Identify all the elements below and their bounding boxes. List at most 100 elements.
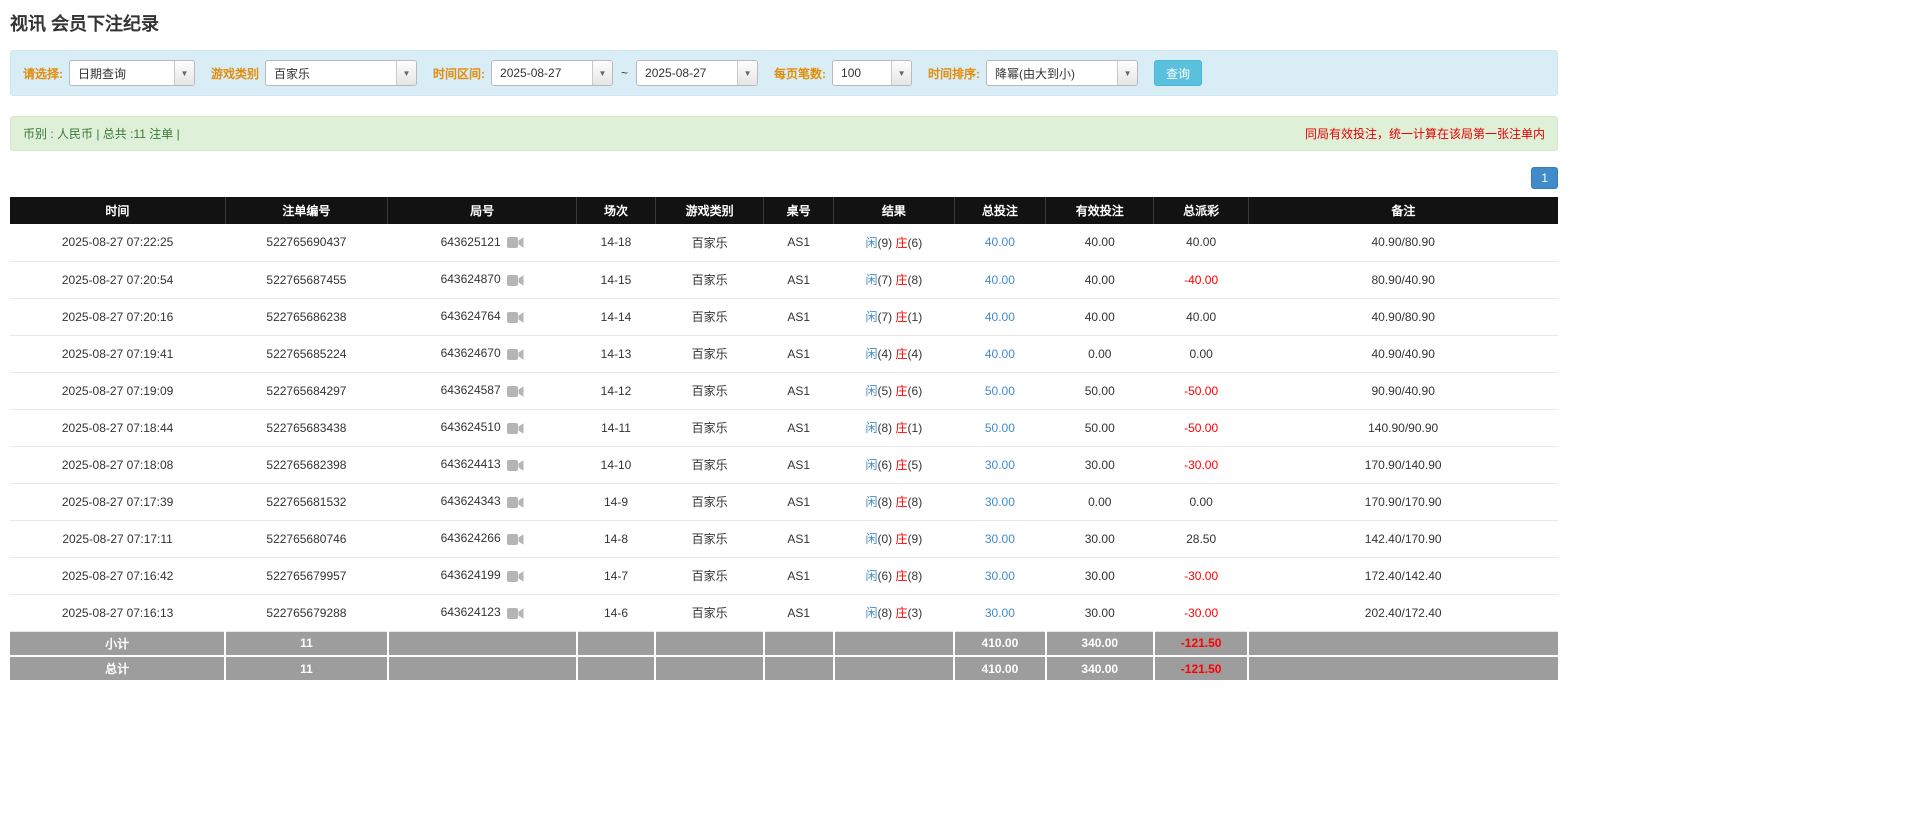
cell-remark: 202.40/172.40 bbox=[1248, 594, 1558, 631]
cell-remark: 170.90/140.90 bbox=[1248, 446, 1558, 483]
total-bet-link[interactable]: 30.00 bbox=[985, 606, 1015, 620]
cell-total-bet: 30.00 bbox=[954, 594, 1045, 631]
cell-game-type: 百家乐 bbox=[655, 335, 763, 372]
cell-table-no: AS1 bbox=[764, 409, 834, 446]
cell-round-id: 643624266 bbox=[388, 520, 577, 557]
cell-game-type: 百家乐 bbox=[655, 224, 763, 261]
total-row-cell: 340.00 bbox=[1046, 656, 1154, 681]
chevron-down-icon[interactable]: ▼ bbox=[174, 61, 194, 85]
total-bet-link[interactable]: 40.00 bbox=[985, 310, 1015, 324]
sort-order-select[interactable]: 降幂(由大到小) ▼ bbox=[986, 60, 1138, 86]
cell-valid-bet: 40.00 bbox=[1046, 298, 1154, 335]
video-icon[interactable] bbox=[507, 459, 524, 472]
total-bet-link[interactable]: 40.00 bbox=[985, 347, 1015, 361]
column-header: 桌号 bbox=[764, 197, 834, 224]
video-icon[interactable] bbox=[507, 607, 524, 620]
subtotal-row-cell: 小计 bbox=[10, 631, 225, 656]
video-icon[interactable] bbox=[507, 311, 524, 324]
round-number: 643624510 bbox=[441, 420, 501, 434]
query-type-value: 日期查询 bbox=[70, 61, 174, 85]
cell-remark: 172.40/142.40 bbox=[1248, 557, 1558, 594]
cell-game-type: 百家乐 bbox=[655, 409, 763, 446]
total-bet-link[interactable]: 30.00 bbox=[985, 569, 1015, 583]
date-from-picker[interactable]: 2025-08-27 ▼ bbox=[491, 60, 613, 86]
cell-remark: 170.90/170.90 bbox=[1248, 483, 1558, 520]
cell-time: 2025-08-27 07:20:16 bbox=[10, 298, 225, 335]
cell-valid-bet: 30.00 bbox=[1046, 520, 1154, 557]
cell-total-bet: 30.00 bbox=[954, 520, 1045, 557]
table-row: 2025-08-27 07:16:13522765679288643624123… bbox=[10, 594, 1558, 631]
chevron-down-icon[interactable]: ▼ bbox=[592, 61, 612, 85]
cell-bet-id: 522765682398 bbox=[225, 446, 388, 483]
video-icon[interactable] bbox=[507, 570, 524, 583]
cell-session: 14-9 bbox=[577, 483, 656, 520]
query-type-select[interactable]: 日期查询 ▼ bbox=[69, 60, 195, 86]
chevron-down-icon[interactable]: ▼ bbox=[396, 61, 416, 85]
video-icon[interactable] bbox=[507, 496, 524, 509]
cell-round-id: 643625121 bbox=[388, 224, 577, 261]
cell-game-type: 百家乐 bbox=[655, 372, 763, 409]
search-button[interactable]: 查询 bbox=[1154, 60, 1202, 86]
video-icon[interactable] bbox=[507, 422, 524, 435]
cell-valid-bet: 30.00 bbox=[1046, 446, 1154, 483]
cell-table-no: AS1 bbox=[764, 446, 834, 483]
cell-game-type: 百家乐 bbox=[655, 298, 763, 335]
cell-table-no: AS1 bbox=[764, 372, 834, 409]
page-1-button[interactable]: 1 bbox=[1531, 167, 1558, 189]
total-row-cell: -121.50 bbox=[1154, 656, 1248, 681]
chevron-down-icon[interactable]: ▼ bbox=[891, 61, 911, 85]
chevron-down-icon[interactable]: ▼ bbox=[737, 61, 757, 85]
player-result-value: (0) bbox=[878, 532, 893, 546]
cell-time: 2025-08-27 07:16:13 bbox=[10, 594, 225, 631]
cell-total-bet: 40.00 bbox=[954, 224, 1045, 261]
cell-time: 2025-08-27 07:18:44 bbox=[10, 409, 225, 446]
video-icon[interactable] bbox=[507, 236, 524, 249]
cell-bet-id: 522765687455 bbox=[225, 261, 388, 298]
round-number: 643624764 bbox=[441, 309, 501, 323]
player-result-label: 闲 bbox=[866, 495, 878, 509]
player-result-label: 闲 bbox=[866, 421, 878, 435]
page-title: 视讯 会员下注纪录 bbox=[10, 10, 1558, 36]
cell-total-bet: 30.00 bbox=[954, 446, 1045, 483]
player-result-label: 闲 bbox=[866, 606, 878, 620]
cell-result: 闲(5) 庄(6) bbox=[834, 372, 955, 409]
total-bet-link[interactable]: 30.00 bbox=[985, 532, 1015, 546]
banker-result-label: 庄 bbox=[896, 236, 908, 250]
table-row: 2025-08-27 07:20:54522765687455643624870… bbox=[10, 261, 1558, 298]
cell-round-id: 643624123 bbox=[388, 594, 577, 631]
total-bet-link[interactable]: 40.00 bbox=[985, 273, 1015, 287]
game-type-select[interactable]: 百家乐 ▼ bbox=[265, 60, 417, 86]
cell-remark: 40.90/80.90 bbox=[1248, 224, 1558, 261]
player-result-label: 闲 bbox=[866, 236, 878, 250]
video-icon[interactable] bbox=[507, 385, 524, 398]
game-type-value: 百家乐 bbox=[266, 61, 396, 85]
banker-result-value: (1) bbox=[908, 310, 923, 324]
player-result-value: (7) bbox=[878, 310, 893, 324]
date-to-picker[interactable]: 2025-08-27 ▼ bbox=[636, 60, 758, 86]
cell-total-bet: 40.00 bbox=[954, 298, 1045, 335]
player-result-label: 闲 bbox=[866, 310, 878, 324]
page-size-select[interactable]: 100 ▼ bbox=[832, 60, 912, 86]
total-row-cell bbox=[388, 656, 577, 681]
total-bet-link[interactable]: 40.00 bbox=[985, 235, 1015, 249]
video-icon[interactable] bbox=[507, 274, 524, 287]
column-header: 时间 bbox=[10, 197, 225, 224]
player-result-value: (6) bbox=[878, 569, 893, 583]
table-row: 2025-08-27 07:16:42522765679957643624199… bbox=[10, 557, 1558, 594]
cell-payout: 40.00 bbox=[1154, 298, 1248, 335]
video-icon[interactable] bbox=[507, 533, 524, 546]
banker-result-label: 庄 bbox=[896, 273, 908, 287]
cell-game-type: 百家乐 bbox=[655, 446, 763, 483]
player-result-label: 闲 bbox=[866, 569, 878, 583]
total-bet-link[interactable]: 50.00 bbox=[985, 384, 1015, 398]
cell-valid-bet: 0.00 bbox=[1046, 483, 1154, 520]
cell-time: 2025-08-27 07:22:25 bbox=[10, 224, 225, 261]
cell-round-id: 643624870 bbox=[388, 261, 577, 298]
total-bet-link[interactable]: 30.00 bbox=[985, 458, 1015, 472]
cell-bet-id: 522765679288 bbox=[225, 594, 388, 631]
cell-payout: -40.00 bbox=[1154, 261, 1248, 298]
total-bet-link[interactable]: 30.00 bbox=[985, 495, 1015, 509]
total-bet-link[interactable]: 50.00 bbox=[985, 421, 1015, 435]
video-icon[interactable] bbox=[507, 348, 524, 361]
chevron-down-icon[interactable]: ▼ bbox=[1117, 61, 1137, 85]
